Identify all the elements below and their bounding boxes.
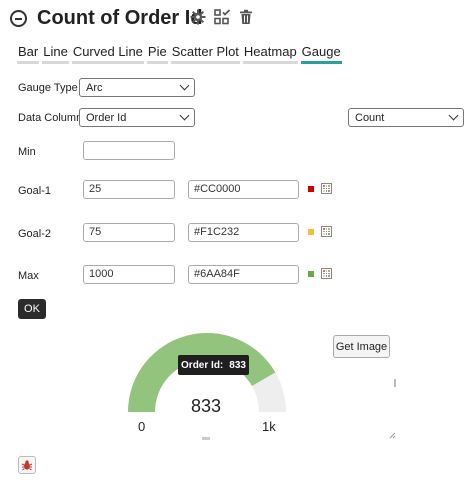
resize-handle[interactable]: [202, 437, 210, 440]
trash-icon[interactable]: [239, 9, 253, 25]
max-label: Max: [18, 270, 39, 282]
max-input[interactable]: 1000: [83, 265, 175, 284]
goal2-input[interactable]: 75: [83, 223, 175, 242]
page-title: Count of Order Id: [37, 6, 203, 29]
gauge-type-select[interactable]: Arc: [79, 78, 195, 97]
tab-heatmap[interactable]: Heatmap: [242, 44, 298, 64]
tab-gauge[interactable]: Gauge: [300, 44, 342, 64]
gauge-tooltip: Order Id: 833: [178, 355, 249, 375]
max-color-swatch: [308, 271, 314, 277]
data-column-value: Order Id: [86, 111, 127, 124]
palette-icon[interactable]: [321, 226, 332, 237]
gear-icon[interactable]: [190, 9, 206, 25]
goal1-input[interactable]: 25: [83, 180, 175, 199]
aggregate-value: Count: [355, 111, 385, 124]
palette-icon[interactable]: [321, 268, 332, 279]
ok-button[interactable]: OK: [18, 299, 46, 319]
gauge-type-label: Gauge Type: [18, 82, 78, 94]
data-column-label: Data Column: [18, 112, 83, 124]
gauge-max-label: 1k: [262, 419, 276, 434]
goal2-color-swatch: [308, 229, 314, 235]
collapse-icon[interactable]: [10, 9, 27, 27]
goal1-color-input[interactable]: #CC0000: [188, 180, 299, 199]
gauge-value: 833: [190, 396, 222, 416]
palette-icon[interactable]: [321, 183, 332, 194]
chart-type-tabs: Bar Line Curved Line Pie Scatter Plot He…: [17, 44, 342, 64]
tab-line[interactable]: Line: [42, 44, 69, 64]
aggregate-select[interactable]: Count: [348, 108, 464, 127]
bug-icon[interactable]: [18, 456, 36, 474]
tab-pie[interactable]: Pie: [146, 44, 168, 64]
chevron-down-icon: [448, 110, 459, 121]
title-row: Count of Order Id: [10, 6, 203, 30]
min-input[interactable]: [83, 141, 175, 160]
data-column-select[interactable]: Order Id: [79, 108, 195, 127]
tab-scatter-plot[interactable]: Scatter Plot: [170, 44, 240, 64]
layout-check-icon[interactable]: [214, 9, 231, 25]
get-image-button[interactable]: Get Image: [333, 335, 390, 358]
tooltip-value: 833: [229, 359, 246, 371]
goal2-color-input[interactable]: #F1C232: [188, 223, 299, 242]
tab-bar[interactable]: Bar: [17, 44, 40, 64]
chevron-down-icon: [179, 80, 190, 91]
chevron-down-icon: [179, 110, 190, 121]
tooltip-key: Order Id:: [181, 359, 224, 371]
toolbar: [190, 9, 253, 25]
goal2-label: Goal-2: [18, 228, 52, 240]
gauge-min-label: 0: [138, 419, 146, 434]
goal1-color-swatch: [308, 186, 314, 192]
max-color-input[interactable]: #6AA84F: [188, 265, 299, 284]
gauge-type-value: Arc: [86, 81, 103, 94]
goal1-label: Goal-1: [18, 185, 52, 197]
resize-grip-icon[interactable]: [389, 432, 396, 439]
tab-curved-line[interactable]: Curved Line: [71, 44, 144, 64]
min-label: Min: [18, 146, 36, 158]
scrollbar-thumb[interactable]: [394, 379, 396, 387]
